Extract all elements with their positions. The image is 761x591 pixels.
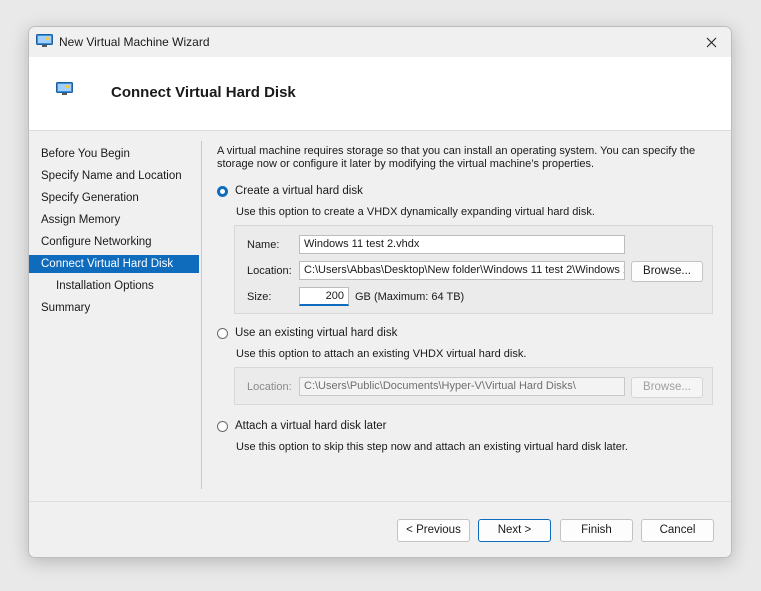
title-bar: New Virtual Machine Wizard	[29, 27, 731, 57]
intro-text: A virtual machine requires storage so th…	[217, 145, 696, 170]
create-vhd-desc: Use this option to create a VHDX dynamic…	[236, 206, 595, 218]
size-label: Size:	[247, 291, 272, 303]
nav-item-installation-options[interactable]: Installation Options	[29, 277, 199, 295]
existing-browse-button[interactable]: Browse...	[631, 377, 703, 398]
nav-item-connect-vhd[interactable]: Connect Virtual Hard Disk	[29, 255, 199, 273]
page-title: Connect Virtual Hard Disk	[111, 84, 296, 101]
name-label: Name:	[247, 239, 280, 251]
nav-divider	[201, 141, 202, 489]
nav-item-configure-networking[interactable]: Configure Networking	[29, 233, 199, 251]
size-unit-text: GB (Maximum: 64 TB)	[355, 291, 465, 303]
nav-item-specify-name-location[interactable]: Specify Name and Location	[29, 167, 199, 185]
close-icon	[706, 37, 716, 47]
create-vhd-radio[interactable]	[217, 185, 228, 197]
next-button[interactable]: Next >	[478, 519, 551, 542]
wizard-header: Connect Virtual Hard Disk	[29, 57, 731, 131]
finish-button[interactable]: Finish	[560, 519, 633, 542]
vhd-name-field[interactable]: Windows 11 test 2.vhdx	[299, 235, 625, 254]
hyperv-vm-icon	[36, 34, 53, 51]
nav-item-assign-memory[interactable]: Assign Memory	[29, 211, 199, 229]
existing-location-label: Location:	[247, 381, 292, 393]
existing-location-field[interactable]: C:\Users\Public\Documents\Hyper-V\Virtua…	[299, 377, 625, 396]
location-label: Location:	[247, 265, 292, 277]
attach-later-radio[interactable]	[217, 420, 228, 432]
vhd-size-field[interactable]: 200	[299, 287, 349, 306]
attach-later-label: Attach a virtual hard disk later	[235, 420, 387, 432]
existing-vhd-desc: Use this option to attach an existing VH…	[236, 348, 527, 360]
hyperv-vm-icon	[56, 82, 73, 99]
nav-item-before-you-begin[interactable]: Before You Begin	[29, 145, 199, 163]
create-vhd-option[interactable]: Create a virtual hard disk	[217, 185, 363, 197]
create-vhd-group: Name: Windows 11 test 2.vhdx Location: C…	[234, 225, 713, 314]
nav-item-specify-generation[interactable]: Specify Generation	[29, 189, 199, 207]
create-vhd-label: Create a virtual hard disk	[235, 185, 363, 197]
wizard-footer: < Previous Next > Finish Cancel	[29, 501, 731, 557]
wizard-steps-nav: Before You Begin Specify Name and Locati…	[29, 131, 201, 489]
cancel-button[interactable]: Cancel	[641, 519, 714, 542]
existing-vhd-label: Use an existing virtual hard disk	[235, 327, 398, 339]
previous-button[interactable]: < Previous	[397, 519, 470, 542]
existing-vhd-group: Location: C:\Users\Public\Documents\Hype…	[234, 367, 713, 405]
attach-later-desc: Use this option to skip this step now an…	[236, 441, 628, 453]
close-button[interactable]	[691, 27, 731, 57]
vhd-location-field[interactable]: C:\Users\Abbas\Desktop\New folder\Window…	[299, 261, 625, 280]
browse-button[interactable]: Browse...	[631, 261, 703, 282]
existing-vhd-option[interactable]: Use an existing virtual hard disk	[217, 327, 397, 339]
wizard-window: New Virtual Machine Wizard Connect Virtu…	[28, 26, 732, 558]
existing-vhd-radio[interactable]	[217, 327, 228, 339]
nav-item-summary[interactable]: Summary	[29, 299, 199, 317]
window-title: New Virtual Machine Wizard	[59, 35, 210, 49]
attach-later-option[interactable]: Attach a virtual hard disk later	[217, 420, 387, 432]
